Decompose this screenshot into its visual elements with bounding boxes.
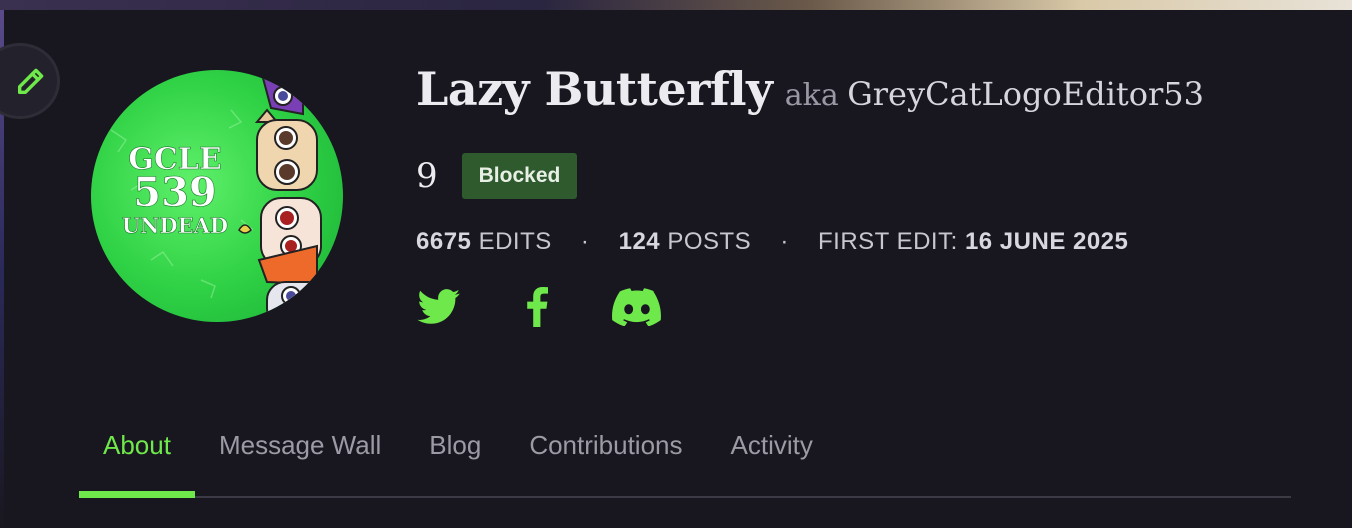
edits-count: 6675: [416, 228, 472, 255]
profile-page: GCLE 539 UNDEAD Lazy Butterfly aka GreyC…: [0, 0, 1352, 528]
username: GreyCatLogoEditor53: [847, 75, 1204, 113]
avatar-line-3: UNDEAD: [122, 213, 228, 238]
pencil-icon: [17, 68, 44, 95]
avatar: GCLE 539 UNDEAD: [91, 70, 343, 322]
separator-dot: ·: [580, 228, 590, 255]
posts-label: POSTS: [667, 228, 752, 255]
edits-label: EDITS: [478, 228, 552, 255]
facebook-icon: [527, 287, 548, 327]
twitter-link[interactable]: [416, 285, 462, 329]
rank-number: 9: [416, 156, 438, 196]
profile-tabs: About Message Wall Blog Contributions Ac…: [79, 420, 1291, 498]
background-strip-top: [0, 0, 1352, 10]
display-name: Lazy Butterfly: [416, 62, 773, 116]
facebook-link[interactable]: [522, 285, 552, 329]
twitter-icon: [417, 289, 460, 324]
tab-contributions[interactable]: Contributions: [505, 420, 706, 496]
status-badge: Blocked: [461, 153, 578, 199]
edit-profile-button[interactable]: [0, 43, 60, 119]
separator-dot: ·: [780, 228, 789, 255]
tab-activity[interactable]: Activity: [707, 420, 837, 496]
avatar-line-2: 539: [133, 169, 217, 216]
first-edit-label: FIRST EDIT:: [818, 228, 958, 255]
stats-row: 6675 EDITS · 124 POSTS · FIRST EDIT: 16 …: [416, 228, 1128, 256]
discord-link[interactable]: [612, 285, 662, 329]
discord-icon: [612, 288, 661, 326]
tab-blog[interactable]: Blog: [405, 420, 505, 496]
rank-row: 9 Blocked: [416, 152, 578, 200]
profile-name-row: Lazy Butterfly aka GreyCatLogoEditor53: [416, 62, 1204, 116]
posts-count: 124: [618, 228, 661, 255]
social-links: [416, 285, 662, 329]
tab-message-wall[interactable]: Message Wall: [195, 420, 405, 496]
tab-about[interactable]: About: [79, 420, 195, 498]
aka-label: aka: [784, 78, 839, 113]
first-edit-date: 16 JUNE 2025: [964, 228, 1129, 255]
